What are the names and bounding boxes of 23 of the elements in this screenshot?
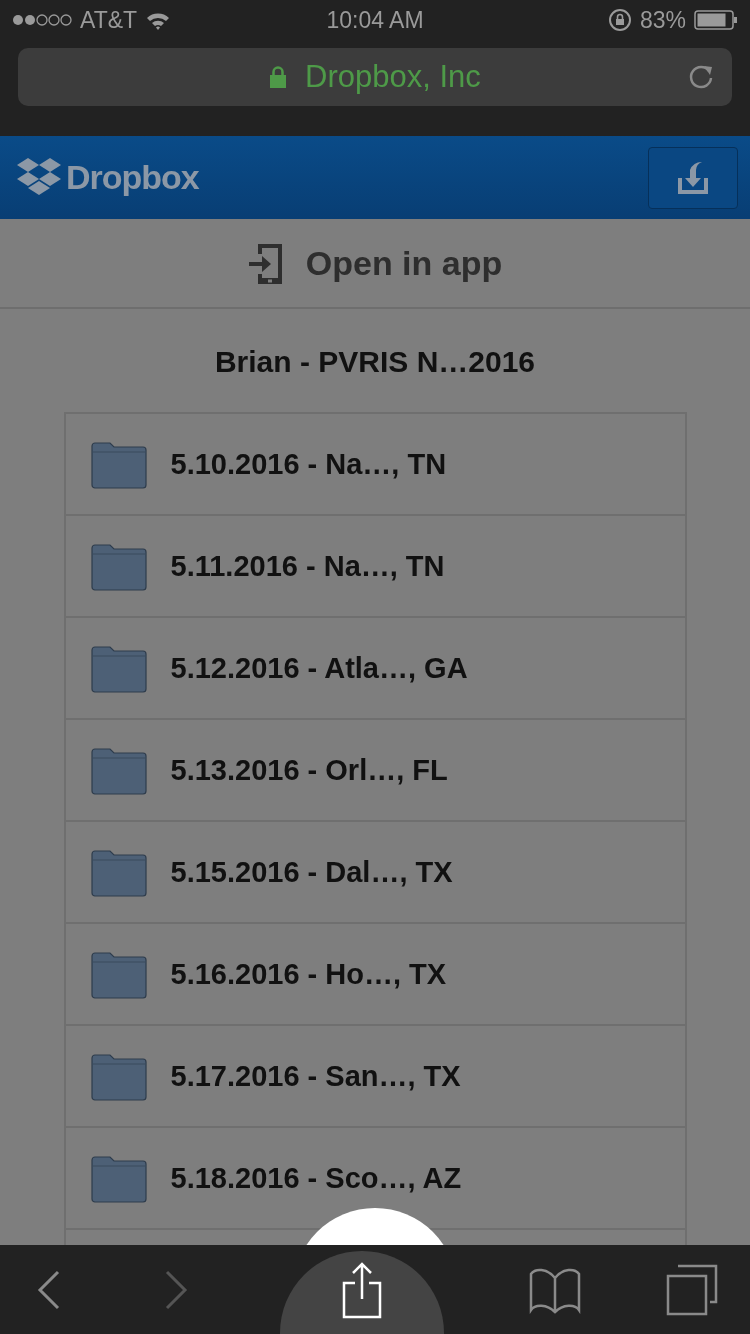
open-in-app-link[interactable]: Open in app (247, 240, 503, 286)
carrier-name: AT&T (80, 6, 138, 34)
download-icon (676, 159, 710, 196)
signal-icon (12, 13, 72, 27)
logo-text: Dropbox (66, 158, 199, 197)
folder-row[interactable]: 5.10.2016 - Na…, TN (65, 414, 685, 516)
battery-percent: 83% (639, 6, 686, 34)
download-button[interactable] (648, 146, 738, 209)
site-title: Dropbox, Inc (305, 59, 481, 95)
share-icon (341, 1260, 383, 1319)
folder-row[interactable]: 5.17.2016 - San…, TX (65, 1026, 685, 1128)
battery-icon (694, 10, 738, 30)
folder-row[interactable]: 5.11.2016 - Na…, TN (65, 516, 685, 618)
folder-row[interactable]: 5.13.2016 - Orl…, FL (65, 720, 685, 822)
address-field[interactable]: Dropbox, Inc (18, 48, 732, 106)
folder-row[interactable]: 5.15.2016 - Dal…, TX (65, 822, 685, 924)
tabs-icon[interactable] (666, 1263, 718, 1316)
status-time: 10:04 AM (326, 6, 424, 34)
folder-title: Brian - PVRIS N…2016 (214, 345, 536, 379)
folder-row[interactable]: 5.12.2016 - Atla…, GA (65, 618, 685, 720)
lock-icon (269, 66, 288, 88)
folder-row[interactable]: 5.16.2016 - Ho…, TX (65, 924, 685, 1026)
rotation-lock-icon (607, 8, 632, 32)
